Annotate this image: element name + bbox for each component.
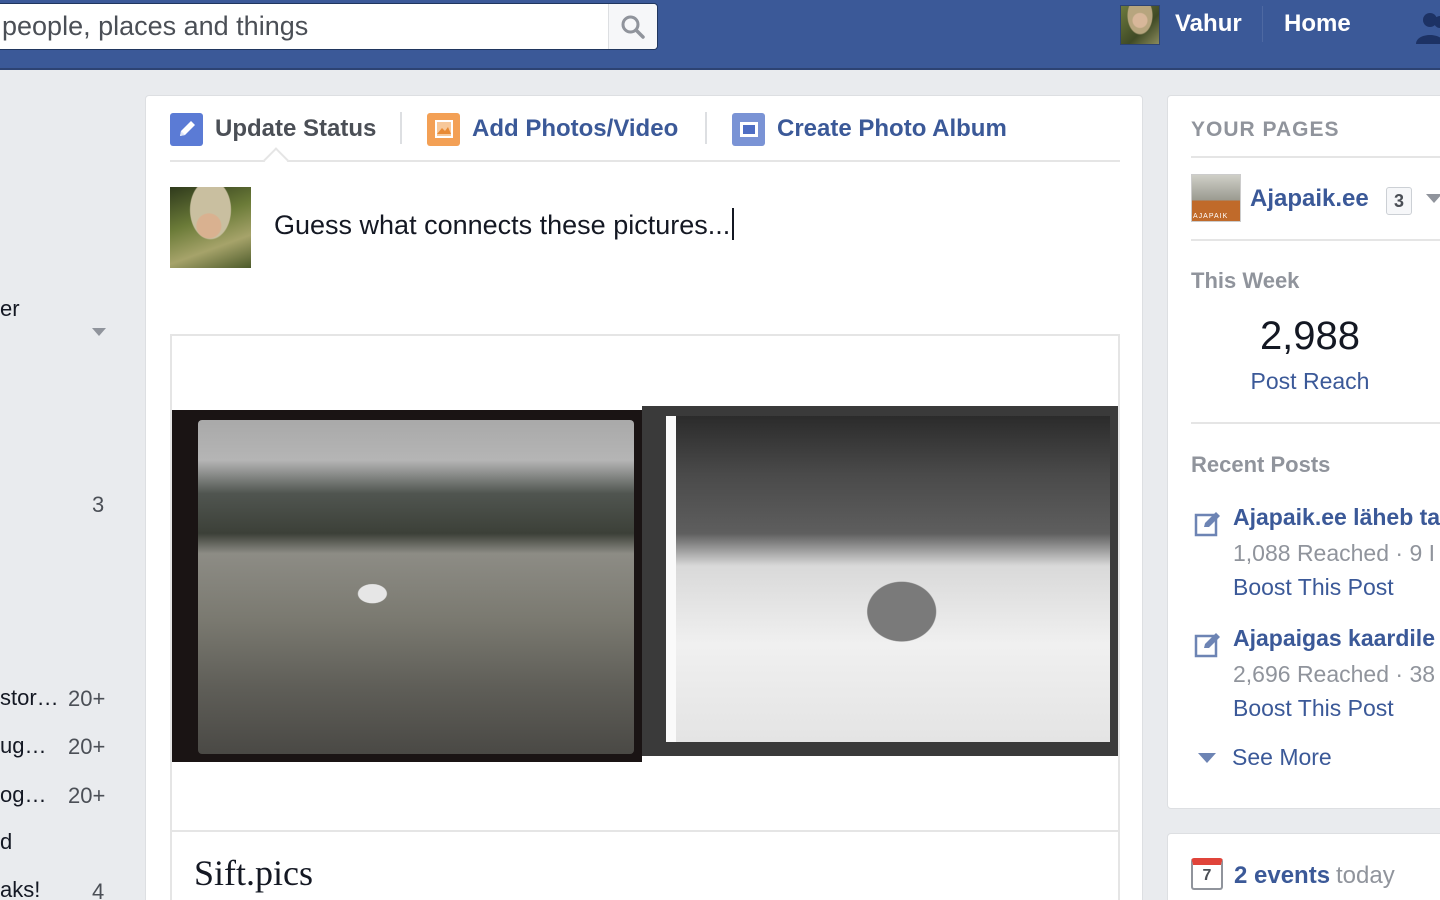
divider — [1191, 239, 1440, 241]
tab-create-album[interactable]: Create Photo Album — [732, 112, 1007, 146]
divider — [1191, 156, 1440, 158]
chevron-down-icon[interactable] — [1426, 194, 1440, 203]
link-preview[interactable]: Sift.pics — [170, 334, 1120, 900]
divider — [1191, 422, 1440, 424]
nav-divider — [1262, 6, 1263, 42]
pencil-icon — [170, 112, 203, 146]
nav-item-count: 20+ — [68, 783, 106, 808]
friend-requests-icon[interactable] — [1408, 8, 1440, 48]
recent-post-stats: 2,696 Reached · 38 — [1233, 661, 1436, 687]
this-week-label: This Week — [1191, 268, 1300, 293]
recent-post-stats: 1,088 Reached · 9 I — [1233, 540, 1436, 566]
tab-divider — [705, 112, 707, 144]
chevron-down-icon — [1198, 752, 1216, 763]
recent-post-title[interactable]: Ajapaik.ee läheb ta — [1233, 504, 1440, 531]
nav-item-count: 20+ — [68, 686, 106, 711]
search-button[interactable] — [608, 4, 657, 49]
events-card: 7 2 events today — [1167, 833, 1440, 900]
post-reach-value[interactable]: 2,988 — [1191, 314, 1429, 359]
composer-avatar — [170, 187, 251, 268]
nav-item-label[interactable]: og… — [0, 782, 46, 808]
boost-post-button[interactable]: Boost This Post — [1233, 574, 1394, 601]
text-cursor — [732, 208, 735, 240]
edit-post-icon — [1194, 633, 1220, 658]
search-box[interactable] — [0, 3, 658, 50]
chevron-down-icon[interactable] — [92, 328, 106, 336]
active-tab-pointer — [263, 147, 289, 173]
nav-item-label[interactable]: er — [0, 296, 20, 322]
tab-update-status[interactable]: Update Status — [170, 112, 376, 146]
user-profile-link[interactable]: Vahur — [1175, 10, 1242, 38]
link-preview-image[interactable] — [172, 406, 1118, 766]
page-thumb-logo: AJAPAIK — [1193, 213, 1229, 220]
events-when: today — [1336, 862, 1395, 889]
photo-field-woman — [172, 410, 642, 762]
nav-item-label[interactable]: aks! — [0, 877, 40, 900]
tab-label: Create Photo Album — [777, 115, 1007, 142]
photo-seated-man — [642, 406, 1118, 756]
page-thumbnail[interactable]: AJAPAIK — [1191, 174, 1241, 222]
status-input[interactable]: Guess what connects these pictures... — [274, 208, 735, 241]
recent-post-title[interactable]: Ajapaigas kaardile — [1233, 625, 1435, 652]
composer-tabs: Update Status Add Photos/Video Create Ph… — [170, 96, 1120, 173]
see-more-button[interactable]: See More — [1198, 744, 1332, 771]
your-pages-heading: YOUR PAGES — [1191, 118, 1340, 141]
see-more-label: See More — [1232, 744, 1332, 770]
status-text: Guess what connects these pictures... — [274, 210, 731, 240]
nav-item-count: 20+ — [68, 734, 106, 759]
left-nav: er 3 stor… 20+ ug… 20+ og… 20+ d aks! 4 — [0, 72, 140, 900]
nav-item-label[interactable]: ug… — [0, 733, 46, 759]
preview-divider — [172, 830, 1118, 832]
tab-add-photos[interactable]: Add Photos/Video — [427, 112, 678, 146]
calendar-icon: 7 — [1191, 858, 1223, 890]
album-icon — [732, 112, 765, 146]
link-preview-title[interactable]: Sift.pics — [194, 852, 313, 894]
boost-post-button[interactable]: Boost This Post — [1233, 695, 1394, 722]
user-avatar[interactable] — [1120, 5, 1160, 45]
composer-card: Update Status Add Photos/Video Create Ph… — [145, 95, 1143, 900]
tab-label: Update Status — [215, 115, 377, 142]
post-reach-link[interactable]: Post Reach — [1191, 368, 1429, 395]
edit-post-icon — [1194, 512, 1220, 537]
nav-item-count: 4 — [92, 879, 105, 900]
notification-badge[interactable]: 3 — [1386, 187, 1412, 215]
nav-item-count: 3 — [92, 492, 105, 517]
nav-item-label[interactable]: d — [0, 829, 12, 855]
search-icon — [621, 15, 645, 39]
top-bar: Vahur Home — [0, 0, 1440, 70]
recent-posts-label: Recent Posts — [1191, 452, 1331, 477]
tab-label: Add Photos/Video — [472, 115, 679, 142]
events-link[interactable]: 2 events — [1234, 862, 1330, 890]
your-pages-card: YOUR PAGES AJAPAIK Ajapaik.ee 3 This Wee… — [1167, 95, 1440, 809]
nav-item-label[interactable]: stor… — [0, 685, 59, 711]
tab-divider — [400, 112, 402, 144]
page-name-link[interactable]: Ajapaik.ee — [1250, 185, 1369, 213]
home-link[interactable]: Home — [1284, 10, 1351, 38]
search-input[interactable] — [0, 4, 608, 49]
photo-icon — [427, 112, 460, 146]
